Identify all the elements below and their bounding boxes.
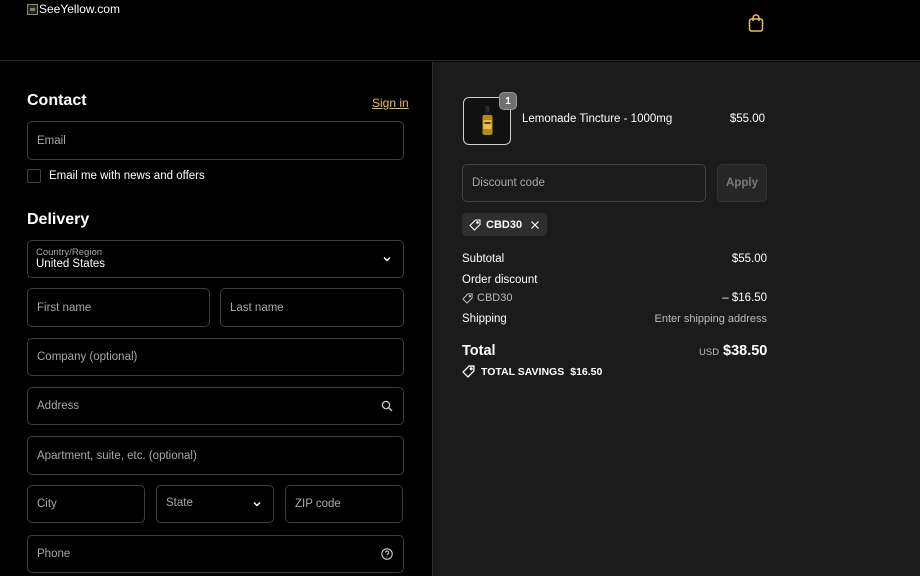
tag-icon [462, 292, 473, 304]
quantity-badge: 1 [499, 92, 517, 110]
zip-placeholder: ZIP code [295, 498, 341, 510]
subtotal-row: Subtotal $55.00 [462, 253, 767, 265]
address-placeholder: Address [37, 400, 80, 412]
shipping-value: Enter shipping address [654, 313, 767, 325]
state-placeholder: State [166, 497, 193, 509]
discount-detail-row: CBD30 – $16.50 [462, 292, 767, 304]
company-placeholder: Company (optional) [37, 351, 138, 363]
city-field[interactable]: City [27, 485, 145, 523]
discount-code-label: CBD30 [477, 292, 513, 304]
company-field[interactable]: Company (optional) [27, 338, 404, 376]
tag-icon [469, 218, 481, 231]
logo-alt-text: SeeYellow.com [39, 2, 120, 16]
header: SeeYellow.com [0, 0, 920, 61]
tag-icon [462, 365, 475, 378]
savings-label: TOTAL SAVINGS [481, 365, 565, 378]
subtotal-value: $55.00 [731, 253, 767, 265]
zip-field[interactable]: ZIP code [285, 485, 403, 523]
contact-heading: Contact [27, 92, 87, 109]
applied-discount-chip: CBD30 [462, 213, 548, 236]
city-placeholder: City [37, 498, 57, 510]
delivery-heading: Delivery [27, 211, 90, 228]
apartment-placeholder: Apartment, suite, etc. (optional) [37, 449, 197, 462]
total-currency: USD [699, 347, 720, 358]
close-icon[interactable] [530, 220, 540, 230]
phone-field[interactable]: Phone [27, 535, 404, 573]
search-icon [381, 400, 393, 412]
shipping-row: Shipping Enter shipping address [462, 313, 767, 325]
total-value: $38.50 [723, 343, 768, 359]
newsletter-row[interactable]: Email me with news and offers [27, 169, 205, 183]
broken-image-icon [27, 3, 38, 15]
discount-value: – $16.50 [722, 292, 767, 304]
chevron-down-icon [383, 257, 391, 262]
newsletter-checkbox[interactable] [27, 169, 41, 183]
country-select[interactable]: Country/Region United States [27, 240, 404, 278]
total-label: Total [462, 343, 496, 359]
state-select[interactable]: State [156, 485, 274, 523]
discount-code-input[interactable]: Discount code [462, 164, 706, 202]
phone-placeholder: Phone [37, 548, 71, 560]
applied-code-text: CBD30 [486, 218, 523, 231]
savings-value: $16.50 [570, 365, 603, 378]
product-name: Lemonade Tincture - 1000mg [522, 113, 673, 125]
product-price: $55.00 [729, 113, 765, 125]
sign-in-link[interactable]: Sign in [372, 96, 409, 110]
checkout-form: Contact Sign in Email Email me with news… [0, 62, 432, 576]
first-name-placeholder: First name [37, 301, 92, 314]
apartment-field[interactable]: Apartment, suite, etc. (optional) [27, 436, 404, 475]
order-discount-label: Order discount [462, 274, 538, 286]
shopping-bag-icon[interactable] [747, 13, 765, 33]
email-placeholder: Email [37, 134, 66, 147]
country-label: Country/Region [36, 247, 103, 258]
newsletter-label: Email me with news and offers [49, 170, 205, 182]
email-field[interactable]: Email [27, 121, 404, 160]
shipping-label: Shipping [462, 313, 507, 325]
order-summary: 1 Lemonade Tincture - 1000mg $55.00 Disc… [432, 62, 920, 576]
order-discount-row: Order discount [462, 274, 767, 286]
discount-placeholder: Discount code [472, 177, 545, 189]
country-value: United States [36, 258, 106, 270]
first-name-field[interactable]: First name [27, 288, 210, 327]
last-name-placeholder: Last name [230, 301, 284, 314]
address-field[interactable]: Address [27, 387, 404, 425]
help-circle-icon[interactable] [381, 548, 393, 560]
total-savings: TOTAL SAVINGS $16.50 [462, 365, 602, 378]
apply-button[interactable]: Apply [717, 164, 767, 202]
last-name-field[interactable]: Last name [220, 288, 404, 327]
subtotal-label: Subtotal [462, 253, 505, 265]
tincture-bottle-image [482, 106, 493, 135]
chevron-down-icon [253, 502, 261, 507]
logo[interactable]: SeeYellow.com [27, 2, 120, 16]
